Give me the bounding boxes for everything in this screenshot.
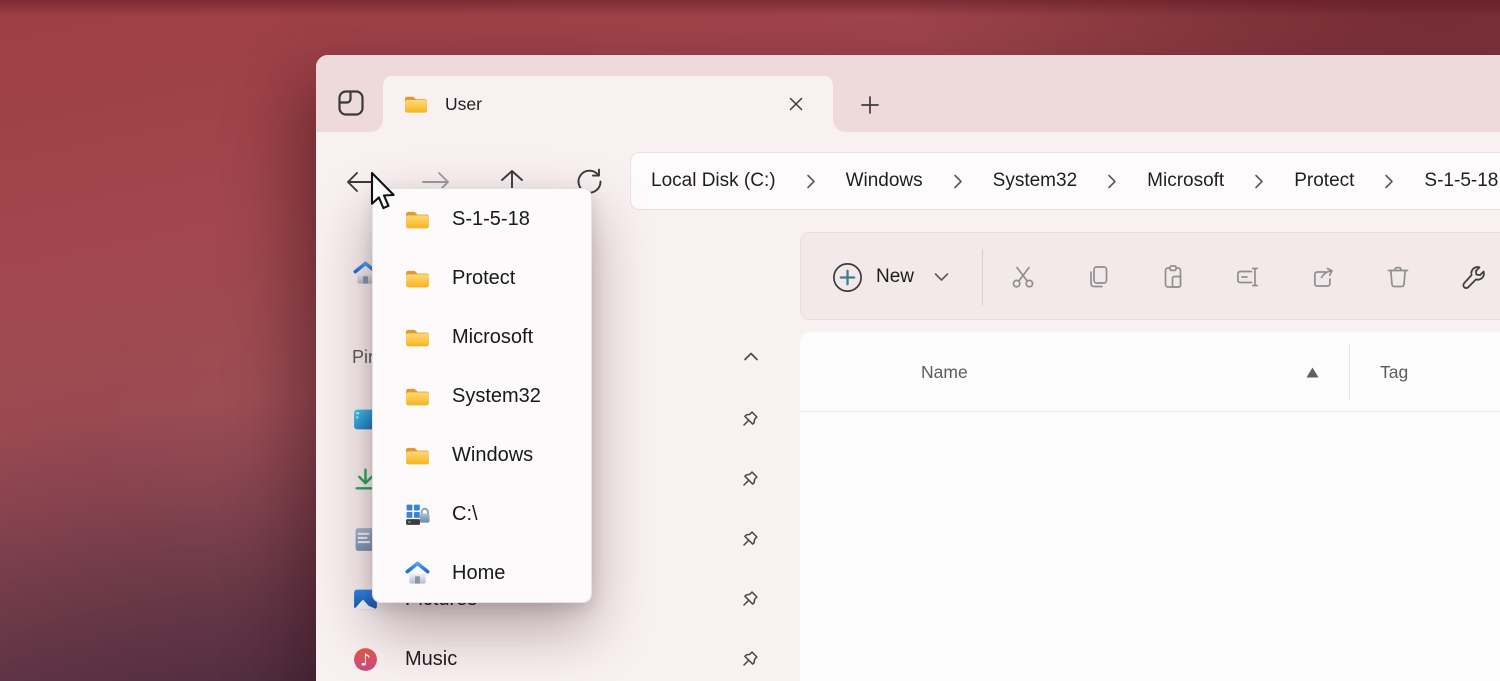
- share-button[interactable]: [1299, 253, 1347, 301]
- folder-icon: [404, 206, 431, 233]
- tab-user[interactable]: User: [371, 76, 845, 132]
- breadcrumb-item-local-disk[interactable]: Local Disk (C:): [651, 170, 776, 192]
- pin-icon[interactable]: [740, 649, 760, 669]
- menu-item-system32[interactable]: System32: [373, 367, 591, 426]
- breadcrumb-item-protect[interactable]: Protect: [1294, 170, 1354, 192]
- svg-text:♪: ♪: [360, 650, 371, 669]
- music-icon: ♪: [352, 646, 379, 673]
- chevron-right-icon: [806, 173, 816, 190]
- properties-button[interactable]: [1450, 253, 1498, 301]
- cursor-icon: [366, 170, 396, 212]
- sidebar-toggle-icon: [336, 88, 366, 118]
- plus-icon: [860, 95, 880, 115]
- pin-icon[interactable]: [740, 589, 760, 609]
- menu-item-label: Home: [452, 562, 506, 584]
- menu-item-label: C:\: [452, 503, 478, 525]
- column-header-name[interactable]: Name: [921, 332, 968, 412]
- delete-button[interactable]: [1374, 253, 1422, 301]
- folder-icon: [403, 91, 429, 117]
- file-list-panel: Name Tag: [800, 332, 1500, 681]
- folder-icon: [404, 324, 431, 351]
- chevron-down-icon: [934, 272, 949, 282]
- rename-icon: [1234, 263, 1262, 291]
- toolbar-divider: [982, 249, 983, 305]
- menu-item-label: Protect: [452, 267, 516, 289]
- chevron-up-icon[interactable]: [740, 346, 762, 368]
- cut-button[interactable]: [999, 253, 1047, 301]
- new-button[interactable]: New: [817, 251, 969, 303]
- menu-item-s-1-5-18[interactable]: S-1-5-18: [373, 190, 591, 249]
- chevron-right-icon: [1254, 173, 1264, 190]
- new-button-label: New: [876, 266, 915, 287]
- menu-item-microsoft[interactable]: Microsoft: [373, 308, 591, 367]
- breadcrumb-item-system32[interactable]: System32: [993, 170, 1077, 192]
- history-dropdown-menu: S-1-5-18 Protect Microsoft System32 Wind…: [372, 188, 592, 603]
- menu-item-protect[interactable]: Protect: [373, 249, 591, 308]
- menu-item-label: S-1-5-18: [452, 208, 530, 230]
- sidebar-item-label: Music: [405, 647, 458, 670]
- wrench-icon: [1460, 263, 1488, 291]
- copy-icon: [1084, 263, 1112, 291]
- copy-button[interactable]: [1074, 253, 1122, 301]
- pin-icon[interactable]: [740, 529, 760, 549]
- paste-button[interactable]: [1149, 253, 1197, 301]
- sort-ascending-icon: [1305, 366, 1320, 379]
- rename-button[interactable]: [1224, 253, 1272, 301]
- drive-icon: [404, 501, 431, 528]
- share-icon: [1309, 263, 1337, 291]
- command-toolbar: New: [800, 232, 1500, 320]
- breadcrumb[interactable]: Local Disk (C:) Windows System32 Microso…: [630, 152, 1500, 210]
- folder-icon: [404, 383, 431, 410]
- chevron-right-icon: [1107, 173, 1117, 190]
- pin-icon[interactable]: [740, 469, 760, 489]
- menu-item-windows[interactable]: Windows: [373, 426, 591, 485]
- paste-icon: [1159, 263, 1187, 291]
- home-icon: [404, 560, 431, 587]
- menu-item-label: Microsoft: [452, 326, 534, 348]
- new-tab-button[interactable]: [850, 86, 890, 124]
- sidebar-item-music[interactable]: ♪ Music: [336, 635, 770, 681]
- cut-icon: [1009, 263, 1037, 291]
- menu-item-home[interactable]: Home: [373, 544, 591, 603]
- chevron-right-icon: [953, 173, 963, 190]
- add-circle-icon: [832, 262, 863, 293]
- list-header: Name Tag: [800, 332, 1500, 412]
- pin-icon[interactable]: [740, 409, 760, 429]
- breadcrumb-item-microsoft[interactable]: Microsoft: [1147, 170, 1224, 192]
- delete-icon: [1384, 263, 1412, 291]
- menu-item-c-drive[interactable]: C:\: [373, 485, 591, 544]
- tab-title: User: [445, 93, 482, 114]
- sidebar-toggle-button[interactable]: [330, 82, 372, 124]
- menu-item-label: System32: [452, 385, 541, 407]
- menu-item-label: Windows: [452, 444, 534, 466]
- folder-icon: [404, 265, 431, 292]
- close-icon: [788, 96, 804, 112]
- desktop: User Local Disk (C:) Windows System32 Mi…: [0, 0, 1500, 681]
- breadcrumb-item-sid[interactable]: S-1-5-18: [1424, 170, 1498, 192]
- chevron-right-icon: [1384, 173, 1394, 190]
- breadcrumb-item-windows[interactable]: Windows: [846, 170, 923, 192]
- folder-icon: [404, 442, 431, 469]
- tab-close-button[interactable]: [779, 87, 813, 121]
- column-divider: [1349, 344, 1350, 400]
- column-header-tag[interactable]: Tag: [1380, 332, 1408, 412]
- titlebar: User: [316, 55, 1500, 132]
